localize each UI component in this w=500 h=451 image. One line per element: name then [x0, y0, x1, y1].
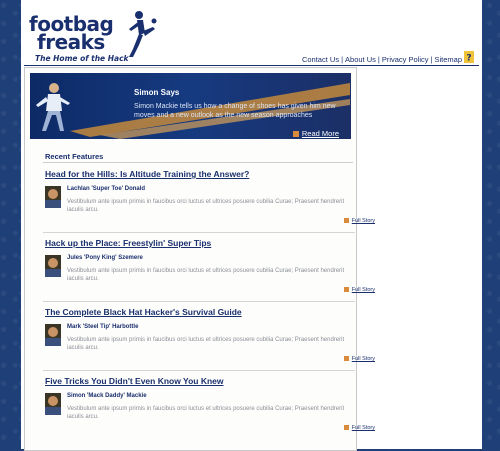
svg-text:?: ? — [466, 54, 471, 64]
feature-title-link[interactable]: Five Tricks You Didn't Even Know You Kne… — [45, 376, 224, 386]
logo-text-line2: freaks — [37, 30, 105, 54]
section-heading: Recent Features — [45, 152, 104, 161]
feature-excerpt: Vestibulum ante ipsum primis in faucibus… — [67, 268, 345, 282]
author-avatar — [45, 255, 61, 277]
nav-link-contact[interactable]: Contact Us — [302, 55, 339, 64]
header-divider — [24, 65, 479, 66]
full-story-link[interactable]: Full Story — [343, 425, 375, 431]
section-divider — [43, 162, 353, 163]
orange-square-bullet-icon — [343, 287, 349, 292]
featured-banner: Simon Says Simon Mackie tells us how a c… — [30, 73, 351, 139]
nav-separator: | — [430, 55, 433, 64]
main-content: Simon Says Simon Mackie tells us how a c… — [24, 67, 375, 451]
author-avatar — [45, 324, 61, 346]
banner-title: Simon Says — [134, 88, 180, 97]
read-more-label: Read More — [301, 129, 339, 138]
full-story-label: Full Story — [351, 287, 375, 293]
orange-square-bullet-icon — [343, 425, 349, 430]
full-story-label: Full Story — [351, 425, 375, 431]
full-story-link[interactable]: Full Story — [343, 356, 375, 362]
nav-link-sitemap[interactable]: Sitemap — [434, 55, 462, 64]
help-question-icon[interactable]: ? — [464, 51, 474, 63]
author-name[interactable]: Lachlan 'Super Toe' Donald — [67, 186, 145, 192]
author-name[interactable]: Jules 'Pony King' Szemere — [67, 255, 143, 261]
feature-divider — [43, 370, 355, 371]
feature-item: Head for the Hills: Is Altitude Training… — [43, 169, 375, 239]
full-story-label: Full Story — [351, 356, 375, 362]
author-avatar — [45, 393, 61, 415]
orange-square-bullet-icon — [343, 356, 349, 361]
author-avatar — [45, 186, 61, 208]
feature-title-link[interactable]: Head for the Hills: Is Altitude Training… — [45, 169, 249, 179]
feature-item: The Complete Black Hat Hacker's Survival… — [43, 307, 375, 377]
feature-excerpt: Vestibulum ante ipsum primis in faucibus… — [67, 337, 345, 351]
feature-divider — [43, 232, 355, 233]
author-name[interactable]: Mark 'Steel Tip' Harbottle — [67, 324, 138, 330]
nav-separator: | — [377, 55, 380, 64]
read-more-link[interactable]: Read More — [292, 129, 339, 138]
top-navigation: Contact Us | About Us | Privacy Policy | Sitem… — [302, 55, 462, 64]
nav-link-privacy[interactable]: Privacy Policy — [382, 55, 429, 64]
feature-item: Hack up the Place: Freestylin' Super Tip… — [43, 238, 375, 308]
full-story-link[interactable]: Full Story — [343, 287, 375, 293]
full-story-label: Full Story — [351, 218, 375, 224]
author-name[interactable]: Simon 'Mack Daddy' Mackie — [67, 393, 147, 399]
full-story-link[interactable]: Full Story — [343, 218, 375, 224]
site-tagline: The Home of the Hack — [35, 54, 129, 63]
nav-separator: | — [341, 55, 344, 64]
banner-text: Simon Mackie tells us how a change of sh… — [134, 103, 336, 119]
feature-item: Five Tricks You Didn't Even Know You Kne… — [45, 376, 375, 446]
feature-divider — [43, 301, 355, 302]
feature-excerpt: Vestibulum ante ipsum primis in faucibus… — [67, 199, 345, 213]
feature-excerpt: Vestibulum ante ipsum primis in faucibus… — [67, 406, 345, 420]
orange-square-bullet-icon — [292, 131, 299, 137]
orange-square-bullet-icon — [343, 218, 349, 223]
page: footbag freaks The Home of the Hack Cont… — [21, 0, 482, 451]
nav-link-about[interactable]: About Us — [345, 55, 376, 64]
feature-title-link[interactable]: The Complete Black Hat Hacker's Survival… — [45, 307, 242, 317]
feature-title-link[interactable]: Hack up the Place: Freestylin' Super Tip… — [45, 238, 211, 248]
site-header: footbag freaks The Home of the Hack Cont… — [21, 0, 482, 66]
kicking-figure-icon — [129, 11, 157, 57]
